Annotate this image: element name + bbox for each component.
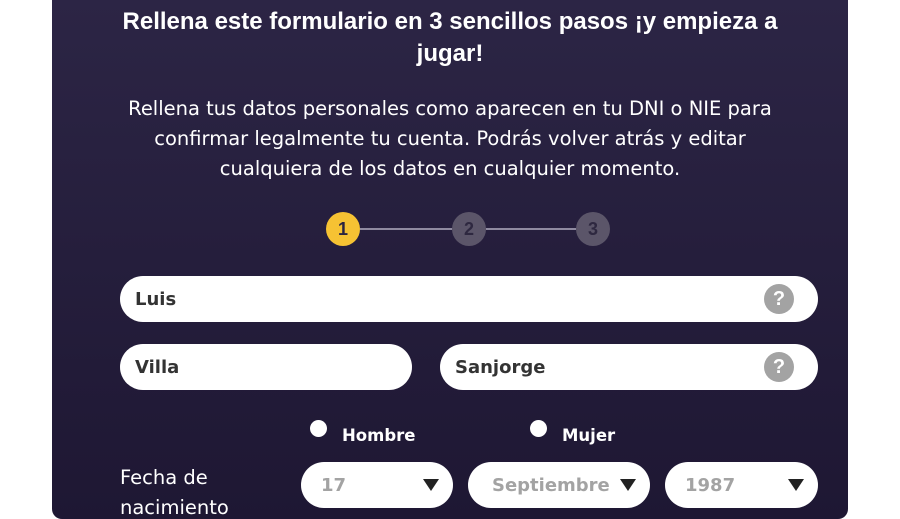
- birth-month-select[interactable]: Septiembre: [468, 462, 650, 508]
- help-icon[interactable]: ?: [764, 352, 794, 382]
- step-2: 2: [452, 212, 486, 246]
- second-surname-field[interactable]: Sanjorge ?: [440, 344, 818, 390]
- birth-month-value: Septiembre: [492, 474, 610, 496]
- radio-button-male[interactable]: [310, 420, 327, 437]
- step-connector: [486, 228, 576, 230]
- birth-year-value: 1987: [685, 474, 736, 496]
- dropdown-caret-icon: [788, 479, 804, 491]
- birth-day-select[interactable]: 17: [301, 462, 453, 508]
- form-title: Rellena este formulario en 3 sencillos p…: [122, 8, 778, 67]
- form-description: Rellena tus datos personales como aparec…: [128, 97, 772, 180]
- first-surname-value: Villa: [135, 356, 180, 378]
- gender-option-male[interactable]: Hombre: [310, 412, 415, 445]
- step-1: 1: [326, 212, 360, 246]
- step-connector: [360, 228, 452, 230]
- gender-label-male: Hombre: [342, 426, 416, 445]
- gender-option-female[interactable]: Mujer: [530, 412, 615, 445]
- step-3: 3: [576, 212, 610, 246]
- registration-panel: Rellena este formulario en 3 sencillos p…: [52, 0, 848, 519]
- first-name-field[interactable]: Luis ?: [120, 276, 818, 322]
- birthdate-label: Fecha de nacimiento: [120, 466, 229, 519]
- help-icon[interactable]: ?: [764, 284, 794, 314]
- step-indicator: 1 2 3: [326, 212, 610, 246]
- first-name-value: Luis: [135, 288, 177, 310]
- second-surname-value: Sanjorge: [455, 356, 546, 378]
- birth-day-value: 17: [321, 474, 347, 496]
- dropdown-caret-icon: [620, 479, 636, 491]
- radio-button-female[interactable]: [530, 420, 547, 437]
- gender-label-female: Mujer: [562, 426, 616, 445]
- birth-year-select[interactable]: 1987: [665, 462, 818, 508]
- first-surname-field[interactable]: Villa: [120, 344, 412, 390]
- dropdown-caret-icon: [423, 479, 439, 491]
